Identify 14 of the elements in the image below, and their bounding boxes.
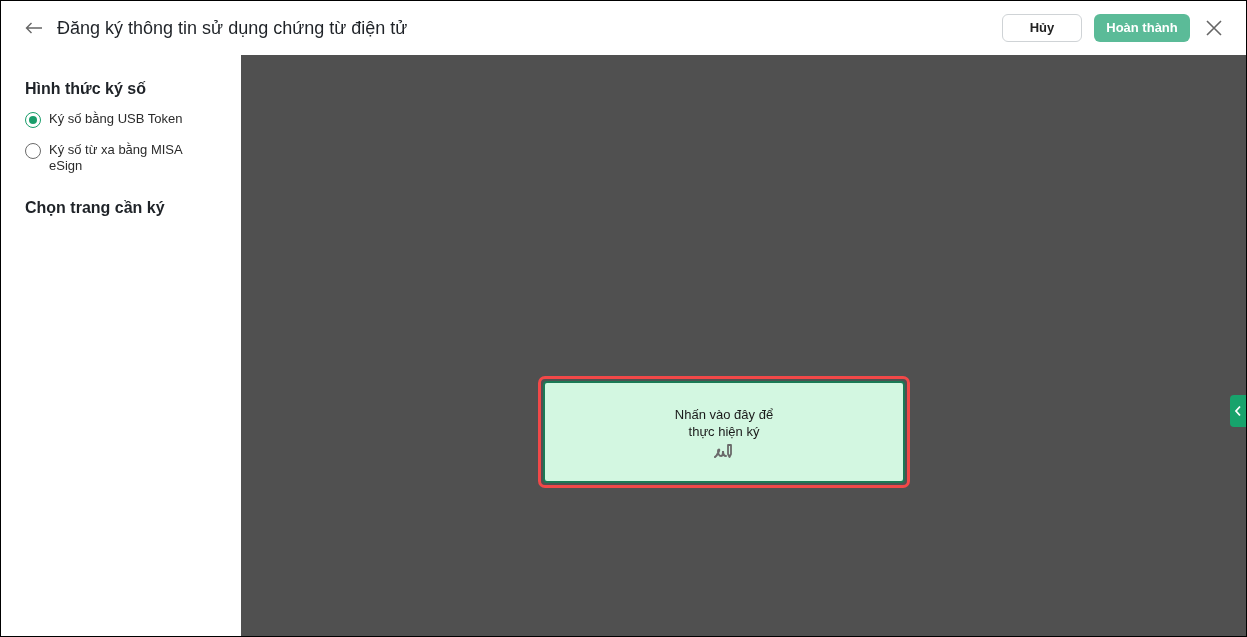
back-arrow-icon[interactable]	[25, 22, 43, 34]
section-heading: Hình thức ký số	[25, 79, 147, 99]
cancel-button[interactable]: Hủy	[1002, 14, 1082, 42]
signature-pen-icon	[714, 441, 734, 459]
chevron-left-icon	[1234, 405, 1242, 417]
radio-button[interactable]	[25, 143, 41, 159]
signature-area[interactable]: Nhấn vào đây để thực hiện ký	[543, 381, 905, 483]
radio-label[interactable]: Ký số từ xa bằng MISA eSign	[49, 142, 199, 174]
collapse-tab[interactable]	[1230, 395, 1246, 427]
radio-label[interactable]: Ký số bằng USB Token	[49, 111, 183, 127]
close-icon[interactable]	[1206, 20, 1222, 36]
section-heading: Chọn trang cần ký	[25, 198, 166, 218]
radio-button[interactable]	[25, 112, 41, 128]
page-title: Đăng ký thông tin sử dụng chứng từ điện tử	[57, 16, 408, 40]
